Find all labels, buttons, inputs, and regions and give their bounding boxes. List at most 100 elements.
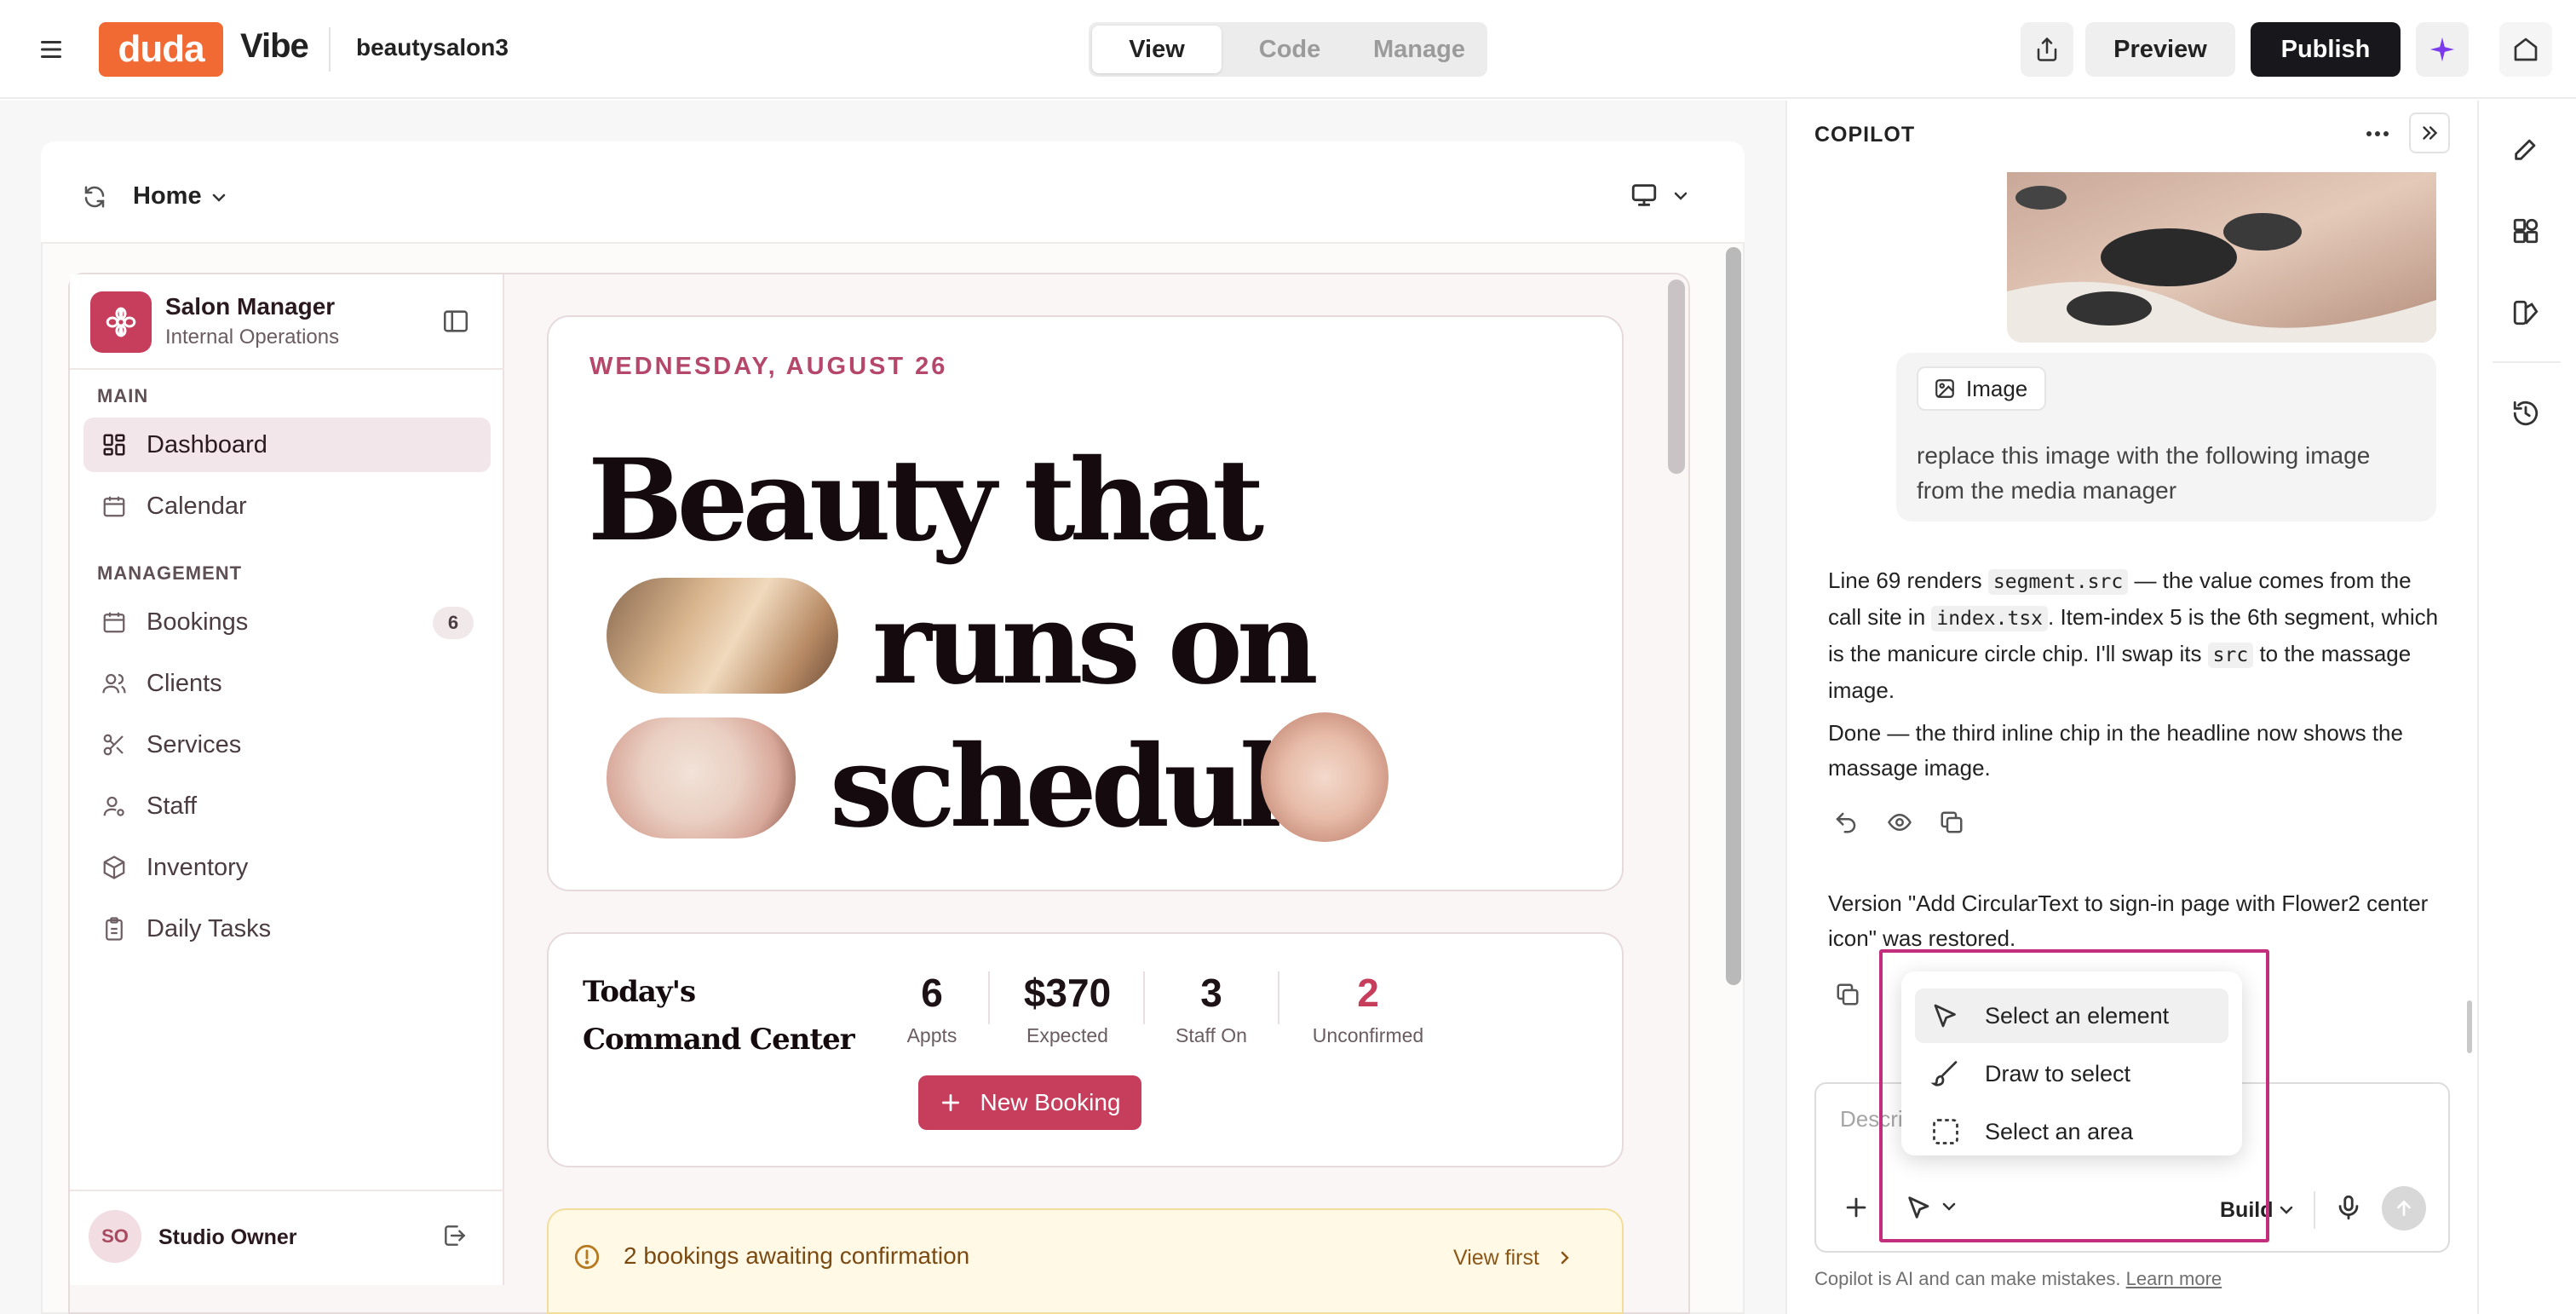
copy-icon[interactable] bbox=[1939, 810, 1964, 835]
more-options-icon[interactable] bbox=[2363, 121, 2392, 147]
stat-staff-value: 3 bbox=[1200, 971, 1222, 1015]
sidebar-item-bookings[interactable]: Bookings 6 bbox=[83, 595, 491, 649]
sidebar-item-inventory[interactable]: Inventory bbox=[83, 840, 491, 895]
sidebar-item-label: Services bbox=[147, 730, 242, 758]
view-first-link[interactable]: View first bbox=[1453, 1246, 1539, 1271]
preview-button[interactable]: Preview bbox=[2085, 22, 2235, 77]
scissors-icon bbox=[101, 731, 128, 758]
user-message-text: replace this image with the following im… bbox=[1917, 442, 2371, 504]
hero-date: WEDNESDAY, AUGUST 26 bbox=[589, 353, 948, 380]
hero-line-2: runs on bbox=[872, 578, 1319, 710]
eye-icon[interactable] bbox=[1886, 810, 1913, 835]
section-management: MANAGEMENT bbox=[97, 562, 243, 584]
plus-icon bbox=[941, 1093, 959, 1112]
microphone-icon[interactable] bbox=[2334, 1193, 2363, 1222]
hot-stone-massage-image[interactable] bbox=[2007, 172, 2436, 343]
sparkle-icon bbox=[2429, 37, 2455, 62]
sidebar-item-dashboard[interactable]: Dashboard bbox=[83, 418, 491, 472]
publish-button[interactable]: Publish bbox=[2251, 22, 2401, 77]
divider bbox=[2314, 1191, 2315, 1229]
copilot-title: COPILOT bbox=[1814, 123, 1916, 147]
hair-styling-image[interactable] bbox=[607, 578, 838, 694]
sidebar-item-daily-tasks[interactable]: Daily Tasks bbox=[83, 902, 491, 956]
sidebar-item-calendar[interactable]: Calendar bbox=[83, 479, 491, 533]
section-main: MAIN bbox=[97, 385, 149, 406]
inline-code: segment.src bbox=[1987, 569, 2129, 595]
image-attachment-chip[interactable]: Image bbox=[1917, 366, 2046, 411]
add-attachment-icon[interactable] bbox=[1842, 1193, 1871, 1222]
restore-message: Version "Add CircularText to sign-in pag… bbox=[1828, 890, 2429, 951]
inline-code: src bbox=[2207, 643, 2254, 668]
menu-icon[interactable] bbox=[34, 34, 68, 65]
sidebar-item-label: Daily Tasks bbox=[147, 914, 272, 942]
device-chevron-icon[interactable] bbox=[1670, 187, 1692, 205]
avatar[interactable]: SO bbox=[89, 1210, 141, 1263]
stat-staff-label: Staff On bbox=[1176, 1024, 1247, 1046]
inline-code: index.tsx bbox=[1931, 606, 2049, 631]
hero-line-1: Beauty that bbox=[588, 435, 1264, 567]
home-button[interactable] bbox=[2499, 22, 2552, 77]
ai-message-done: Done — the third inline chip in the head… bbox=[1828, 720, 2403, 781]
history-icon[interactable] bbox=[2511, 399, 2540, 428]
calendar-check-icon bbox=[101, 608, 128, 636]
duda-logo[interactable]: duda bbox=[99, 22, 223, 77]
send-button[interactable] bbox=[2382, 1186, 2426, 1230]
sidebar-item-label: Inventory bbox=[147, 853, 249, 881]
ai-sparkle-button[interactable] bbox=[2416, 22, 2469, 77]
divider bbox=[1143, 971, 1145, 1024]
learn-more-link[interactable]: Learn more bbox=[2126, 1268, 2222, 1289]
share-button[interactable] bbox=[2021, 22, 2073, 77]
widgets-icon[interactable] bbox=[2511, 216, 2540, 245]
image-icon bbox=[1935, 379, 1954, 398]
layout-grid-icon bbox=[101, 431, 128, 458]
attachment-label: Image bbox=[1966, 375, 2028, 401]
mode-switcher: View Code Manage bbox=[1089, 22, 1487, 77]
stat-appts-value: 6 bbox=[921, 971, 943, 1015]
tab-code[interactable]: Code bbox=[1225, 26, 1354, 73]
canvas-scrollbar[interactable] bbox=[1726, 247, 1741, 985]
arrow-up-icon bbox=[2397, 1200, 2411, 1216]
site-scrollbar[interactable] bbox=[1668, 280, 1685, 474]
new-booking-button[interactable]: New Booking bbox=[918, 1075, 1141, 1130]
logout-icon[interactable] bbox=[441, 1222, 469, 1249]
divider bbox=[70, 368, 504, 370]
frame-toolbar bbox=[41, 141, 1745, 244]
users-icon bbox=[101, 670, 128, 697]
divider bbox=[988, 971, 990, 1024]
sidebar-item-staff[interactable]: Staff bbox=[83, 779, 491, 833]
divider bbox=[70, 1190, 504, 1191]
tab-manage[interactable]: Manage bbox=[1354, 26, 1484, 73]
collapse-panel-button[interactable] bbox=[2409, 112, 2450, 153]
undo-icon[interactable] bbox=[1833, 810, 1859, 835]
edit-icon[interactable] bbox=[2511, 135, 2540, 164]
tab-view[interactable]: View bbox=[1092, 26, 1222, 73]
share-icon bbox=[2037, 37, 2057, 61]
refresh-icon[interactable] bbox=[82, 184, 107, 210]
manicure-image[interactable] bbox=[1261, 712, 1389, 842]
selection-highlight bbox=[1879, 949, 2269, 1242]
desktop-icon[interactable] bbox=[1629, 181, 1659, 210]
divider bbox=[329, 27, 331, 72]
sidebar-item-services[interactable]: Services bbox=[83, 718, 491, 772]
page-selector[interactable]: Home bbox=[133, 182, 202, 210]
user-name: Studio Owner bbox=[158, 1225, 297, 1249]
design-icon[interactable] bbox=[2511, 298, 2540, 327]
clipboard-icon bbox=[101, 915, 128, 942]
sidebar-item-clients[interactable]: Clients bbox=[83, 656, 491, 711]
site-name[interactable]: beautysalon3 bbox=[356, 34, 509, 61]
stat-unconfirmed-label: Unconfirmed bbox=[1312, 1024, 1424, 1046]
brand-title: Salon Manager bbox=[165, 293, 336, 320]
facial-mask-image[interactable] bbox=[607, 718, 796, 839]
stat-expected-value: $370 bbox=[1023, 971, 1112, 1015]
chevron-down-icon[interactable] bbox=[208, 189, 230, 206]
stat-unconfirmed-value: 2 bbox=[1357, 971, 1379, 1015]
calendar-icon bbox=[101, 493, 128, 520]
mode-chevron-icon[interactable] bbox=[2276, 1202, 2297, 1220]
copy-icon[interactable] bbox=[1835, 982, 1860, 1007]
chevron-right-icon[interactable] bbox=[1555, 1248, 1574, 1268]
count-badge: 6 bbox=[433, 607, 474, 639]
chat-scrollbar[interactable] bbox=[2467, 1000, 2472, 1053]
sidebar-item-label: Clients bbox=[147, 669, 222, 697]
sidebar-toggle-icon[interactable] bbox=[441, 307, 470, 336]
text: Line 69 renders bbox=[1828, 568, 1988, 593]
